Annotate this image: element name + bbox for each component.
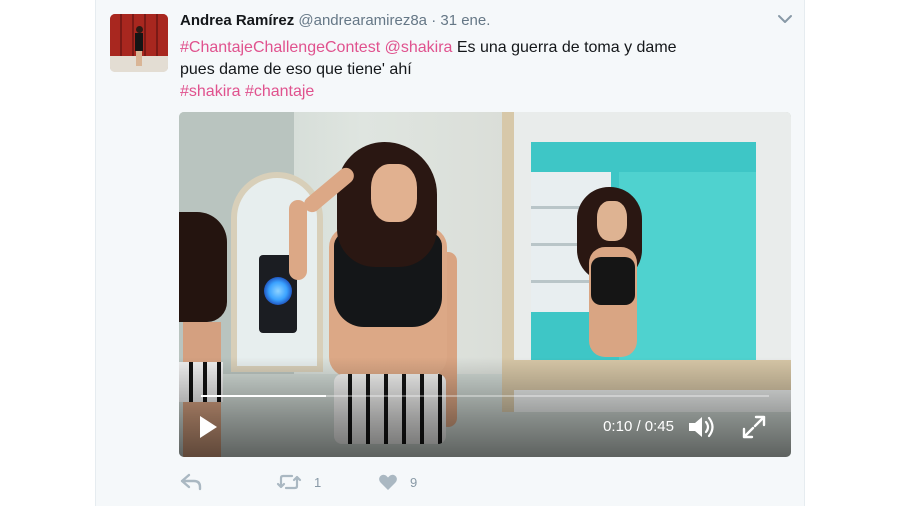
mention-link[interactable]: @shakira <box>385 39 453 56</box>
video-frame <box>179 112 791 457</box>
hashtag-link[interactable]: #ChantajeChallengeContest <box>180 39 380 56</box>
fullscreen-icon[interactable] <box>741 414 767 440</box>
video-progress-bar[interactable] <box>201 395 769 397</box>
retweet-count: 1 <box>314 474 322 490</box>
retweet-button[interactable]: 1 <box>276 470 321 494</box>
reply-button[interactable] <box>180 470 202 494</box>
tweet-actions: 1 9 <box>180 470 580 494</box>
hashtag-link[interactable]: #chantaje <box>245 83 314 100</box>
tweet-body-line-2: pues dame de eso que tiene' ahí <box>180 61 412 78</box>
avatar[interactable] <box>110 14 168 72</box>
tweet-card[interactable]: Andrea Ramírez @andrearamirez8a · 31 ene… <box>95 0 805 506</box>
play-icon[interactable] <box>195 412 221 442</box>
video-timecode: 0:10 / 0:45 <box>603 418 674 435</box>
tweet-body-line-1: Es una guerra de toma y dame <box>452 39 677 56</box>
retweet-icon <box>276 474 302 490</box>
separator-dot: · <box>431 12 437 29</box>
tweet-header: Andrea Ramírez @andrearamirez8a · 31 ene… <box>180 11 780 31</box>
tweet-text: #ChantajeChallengeContest @shakira Es un… <box>180 37 740 103</box>
tweet-timestamp[interactable]: 31 ene. <box>440 12 490 29</box>
author-name[interactable]: Andrea Ramírez <box>180 12 294 29</box>
heart-icon <box>379 474 397 490</box>
author-handle[interactable]: @andrearamirez8a <box>298 12 427 29</box>
hashtag-link[interactable]: #shakira <box>180 83 240 100</box>
chevron-down-icon[interactable] <box>776 10 794 28</box>
like-button[interactable]: 9 <box>378 470 417 494</box>
reply-icon <box>180 473 202 491</box>
like-count: 9 <box>410 474 418 490</box>
video-player[interactable]: 0:10 / 0:45 <box>179 112 791 457</box>
video-progress-fill <box>201 395 326 397</box>
volume-icon[interactable] <box>687 414 717 440</box>
